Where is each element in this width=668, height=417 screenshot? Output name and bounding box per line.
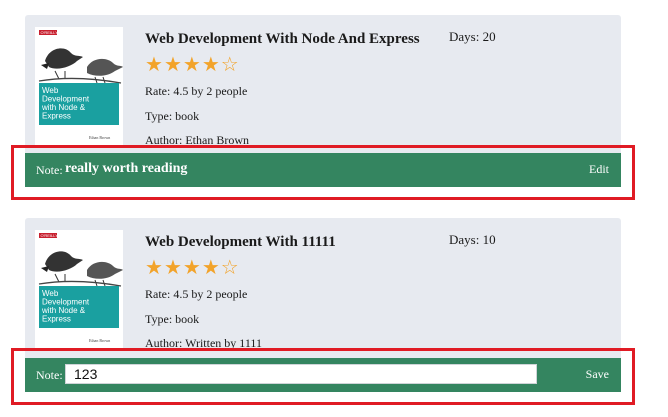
star-filled-icon: ★ (201, 255, 221, 279)
star-filled-icon: ★ (145, 255, 164, 279)
note-label: Note: (36, 163, 63, 177)
note-text: really worth reading (65, 161, 188, 176)
save-note-button[interactable]: Save (586, 367, 609, 382)
svg-text:O'REILLY: O'REILLY (41, 30, 59, 35)
book-title: Web Development With Node And Express (145, 31, 420, 47)
book-cover-image: O'REILLY Web Development with Node & Exp… (35, 27, 123, 145)
edit-note-button[interactable]: Edit (589, 162, 609, 177)
days-count: Days: 10 (449, 232, 496, 247)
star-empty-icon: ☆ (220, 52, 240, 76)
note-bar: Note: Save (25, 358, 621, 392)
star-filled-icon: ★ (145, 52, 164, 76)
star-filled-icon: ★ (182, 52, 202, 76)
days-count: Days: 20 (449, 29, 496, 44)
book-title: Web Development With 11111 (145, 234, 336, 250)
rating-stars: ★★★★☆ (145, 255, 240, 279)
star-filled-icon: ★ (201, 52, 221, 76)
svg-text:Ethan Brown: Ethan Brown (89, 338, 110, 343)
star-filled-icon: ★ (182, 255, 202, 279)
note-bar: Note: really worth reading Edit (25, 153, 621, 187)
note-label: Note: (36, 368, 63, 382)
book-card: O'REILLY Web Development with Node & Exp… (25, 15, 621, 187)
rating-text: Rate: 4.5 by 2 people (145, 84, 248, 98)
note-input[interactable] (65, 364, 537, 384)
book-cover-image: O'REILLY Web Development with Node & Exp… (35, 230, 123, 348)
rating-text: Rate: 4.5 by 2 people (145, 287, 248, 301)
star-empty-icon: ☆ (220, 255, 240, 279)
star-filled-icon: ★ (163, 52, 183, 76)
book-author: Author: Ethan Brown (145, 133, 249, 147)
svg-text:Ethan Brown: Ethan Brown (89, 135, 110, 140)
book-card: O'REILLY Web Development with Node & Exp… (25, 218, 621, 392)
star-filled-icon: ★ (163, 255, 183, 279)
book-author: Author: Written by 1111 (145, 336, 262, 350)
rating-stars: ★★★★☆ (145, 52, 240, 76)
svg-text:O'REILLY: O'REILLY (41, 233, 59, 238)
book-type: Type: book (145, 109, 200, 123)
book-type: Type: book (145, 312, 200, 326)
